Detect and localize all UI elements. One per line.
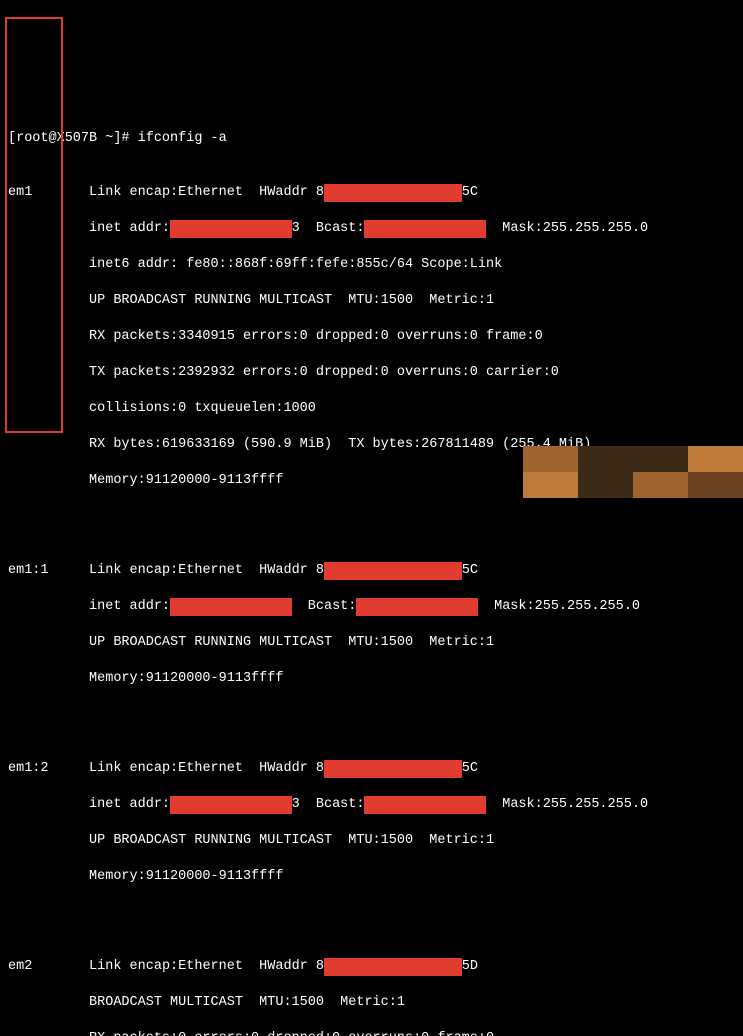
blank-line	[8, 904, 735, 922]
blank-line	[8, 508, 735, 526]
prompt-line: [root@X507B ~]# ifconfig -a	[8, 130, 735, 148]
output-line: em1:1 Link encap:Ethernet HWaddr 8XXXXXX…	[8, 562, 735, 580]
output-line: em1:2 Link encap:Ethernet HWaddr 8XXXXXX…	[8, 760, 735, 778]
output-line: Memory:91120000-9113ffff	[8, 472, 735, 490]
redacted-ip: XXXXXXXXXXXXXXX	[170, 598, 292, 616]
output-line: inet6 addr: fe80::868f:69ff:fefe:855c/64…	[8, 256, 735, 274]
redacted-bcast: XXXXXXXXXXXXXXX	[364, 220, 486, 238]
iface-name: em1	[8, 185, 32, 200]
output-line: UP BROADCAST RUNNING MULTICAST MTU:1500 …	[8, 292, 735, 310]
output-line: Memory:91120000-9113ffff	[8, 868, 735, 886]
shell-prompt: [root@X507B ~]#	[8, 131, 138, 146]
output-line: RX bytes:619633169 (590.9 MiB) TX bytes:…	[8, 436, 735, 454]
blank-line	[8, 706, 735, 724]
output-line: TX packets:2392932 errors:0 dropped:0 ov…	[8, 364, 735, 382]
output-line: inet addr:XXXXXXXXXXXXXXX Bcast:XXXXXXXX…	[8, 598, 735, 616]
redacted-mac: XXXXXXXXXXXXXXXXX	[324, 760, 462, 778]
redacted-mac: XXXXXXXXXXXXXXXXX	[324, 562, 462, 580]
iface-name: em1:2	[8, 761, 49, 776]
redacted-bcast: XXXXXXXXXXXXXXX	[356, 598, 478, 616]
redacted-ip: XXXXXXXXXXXXXXX	[170, 796, 292, 814]
output-line: em2 Link encap:Ethernet HWaddr 8XXXXXXXX…	[8, 958, 735, 976]
output-line: RX packets:0 errors:0 dropped:0 overruns…	[8, 1030, 735, 1036]
output-line: Memory:91120000-9113ffff	[8, 670, 735, 688]
iface-name: em1:1	[8, 563, 49, 578]
output-line: BROADCAST MULTICAST MTU:1500 Metric:1	[8, 994, 735, 1012]
iface-name: em2	[8, 959, 32, 974]
command-text: ifconfig -a	[138, 131, 227, 146]
output-line: collisions:0 txqueuelen:1000	[8, 400, 735, 418]
output-line: UP BROADCAST RUNNING MULTICAST MTU:1500 …	[8, 634, 735, 652]
output-line: em1 Link encap:Ethernet HWaddr 8XXXXXXXX…	[8, 184, 735, 202]
output-line: inet addr:XXXXXXXXXXXXXXX3 Bcast:XXXXXXX…	[8, 220, 735, 238]
output-line: UP BROADCAST RUNNING MULTICAST MTU:1500 …	[8, 832, 735, 850]
output-line: RX packets:3340915 errors:0 dropped:0 ov…	[8, 328, 735, 346]
redacted-mac: XXXXXXXXXXXXXXXXX	[324, 184, 462, 202]
output-line: inet addr:XXXXXXXXXXXXXXX3 Bcast:XXXXXXX…	[8, 796, 735, 814]
redacted-mac: XXXXXXXXXXXXXXXXX	[324, 958, 462, 976]
redacted-ip: XXXXXXXXXXXXXXX	[170, 220, 292, 238]
redacted-bcast: XXXXXXXXXXXXXXX	[364, 796, 486, 814]
